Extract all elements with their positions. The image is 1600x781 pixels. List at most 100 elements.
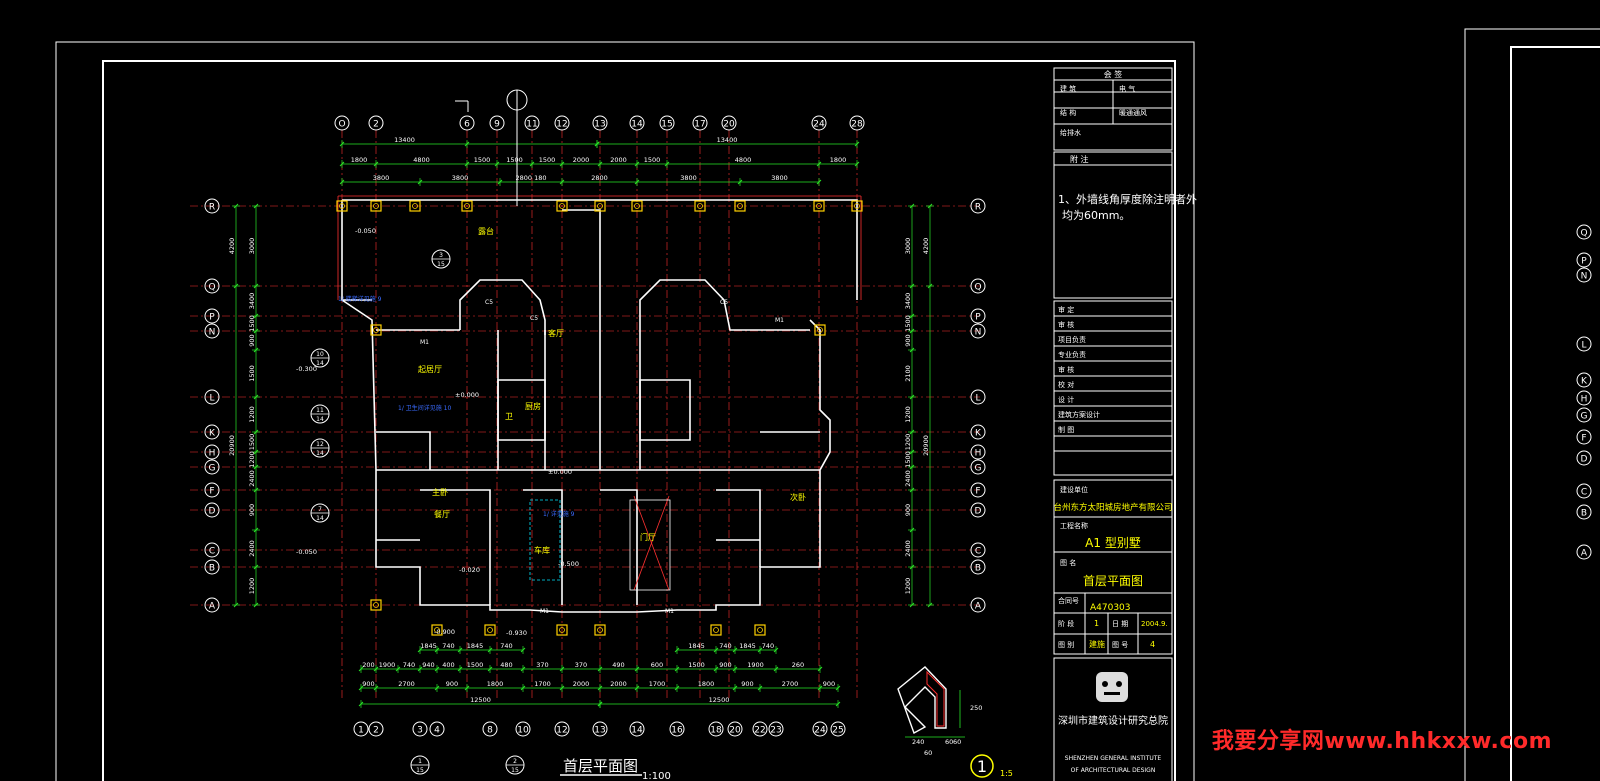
axis-bubble-bottom: 16 <box>669 721 685 737</box>
svg-text:A: A <box>209 602 216 612</box>
project-label: 工程名称 <box>1060 521 1088 530</box>
axis-bubble-bottom: 4 <box>429 721 445 737</box>
contract-no: A470303 <box>1090 603 1131 613</box>
svg-text:A: A <box>975 602 982 612</box>
axis-bubble-bottom: 18 <box>708 721 724 737</box>
cad-drawing-canvas[interactable]: 13400 134001800 4800 1500 1500 1500 2000 2000 15… <box>0 0 1600 781</box>
axis-bubble-bottom: 13 <box>592 721 608 737</box>
svg-text:7: 7 <box>318 506 322 513</box>
axis-bubble-far-right: G <box>1576 407 1592 423</box>
watermark: 我要分享网www.hhkxxw.com <box>1211 729 1552 754</box>
dim-top-row1: 2000 <box>573 156 590 164</box>
date-value: 2004.9. <box>1141 620 1168 628</box>
eave-detail-diagram <box>897 666 965 738</box>
axis-bubble-right: B <box>970 559 986 575</box>
axis-bubble-bottom: 8 <box>482 721 498 737</box>
dim-top-row1: 1500 <box>539 156 556 164</box>
dim-top-row1: 1500 <box>474 156 491 164</box>
category-label: 图 别 <box>1058 640 1074 649</box>
role-label: 校 对 <box>1058 380 1074 389</box>
notes-header: 附 注 <box>1070 154 1089 164</box>
dim-top-row1: 4800 <box>413 156 430 164</box>
dim-top-row1: 1500 <box>644 156 661 164</box>
svg-text:P: P <box>209 313 215 323</box>
dim-bottom-total: 12500 <box>709 696 730 704</box>
dim-bottom-row2: 2000 <box>610 680 627 688</box>
svg-text:B: B <box>1581 509 1587 519</box>
svg-text:C: C <box>1581 488 1587 498</box>
svg-text:28: 28 <box>851 120 863 130</box>
role-label: 审 核 <box>1058 365 1074 374</box>
role-label: 审 定 <box>1058 305 1074 314</box>
notes-text-1: 1、外墙线角厚度除注明者外 <box>1058 192 1197 206</box>
dim-bottom-row1: 200 <box>362 661 374 669</box>
room-labels: 露台客厅起居厅厨房餐厅车库 主卧 卫次卧门厅 ±0.000 -0.050 -0.900 -0… <box>296 226 806 637</box>
axis-bubble-bottom: 12 <box>554 721 570 737</box>
phase-label: 阶 段 <box>1058 619 1074 628</box>
level-label: -0.930 <box>506 629 527 637</box>
axis-bubble-bottom: 14 <box>629 721 645 737</box>
svg-text:H: H <box>1581 395 1588 405</box>
svg-text:14: 14 <box>316 450 324 457</box>
svg-text:13: 13 <box>594 120 605 130</box>
room-label: 车库 <box>534 545 550 555</box>
axis-bubble-bottom: 20 <box>727 721 743 737</box>
level-label: -0.500 <box>558 560 579 568</box>
dim-top-row2: 3800 <box>373 174 390 182</box>
sheet-no: 4 <box>1150 640 1155 649</box>
note-label: 1/ 楼梯详见施 9 <box>338 295 382 303</box>
dim-left-inner: 1200 <box>248 578 256 595</box>
svg-text:K: K <box>975 429 982 439</box>
svg-text:R: R <box>209 203 215 213</box>
client-name: 台州东方太阳城房地产有限公司 <box>1053 502 1172 513</box>
svg-text:16: 16 <box>671 726 683 736</box>
room-label: 厨房 <box>525 401 541 411</box>
dim-top-row2: 3800 <box>771 174 788 182</box>
svg-text:24: 24 <box>813 120 825 130</box>
role-label: 制 图 <box>1058 425 1074 434</box>
level-label: -0.050 <box>355 227 376 235</box>
axis-bubble-right: D <box>970 502 986 518</box>
room-label: 门厅 <box>640 532 656 542</box>
axis-bubble-far-right: P <box>1576 252 1592 268</box>
svg-text:R: R <box>975 203 981 213</box>
dim-right-inner: 3000 <box>904 238 912 255</box>
dim-left-inner: 900 <box>248 504 256 516</box>
svg-text:6: 6 <box>464 120 470 130</box>
dim-top-row1: 1500 <box>506 156 523 164</box>
dim-bottom-row1: 480 <box>500 661 512 669</box>
dim-bottom-total: 12500 <box>470 696 491 704</box>
svg-text:F: F <box>975 487 980 497</box>
axis-bubble-right: F <box>970 482 986 498</box>
svg-text:F: F <box>209 487 214 497</box>
door-tag: M1 <box>665 608 674 615</box>
axis-bubble-bottom: 23 <box>768 721 784 737</box>
svg-text:14: 14 <box>316 360 324 367</box>
dim-top-row2: 3800 <box>680 174 697 182</box>
svg-text:23: 23 <box>770 726 781 736</box>
axis-bubble-top: 14 <box>629 115 645 131</box>
dim-right-inner: 1500 <box>904 315 912 332</box>
sign-hvac: 暖通通风 <box>1119 108 1147 117</box>
axis-bubble-far-right: N <box>1576 267 1592 283</box>
svg-text:17: 17 <box>694 120 705 130</box>
dim-left-outer: 20900 <box>228 435 236 456</box>
axis-bubble-top: O <box>334 115 350 131</box>
dim-sub: 740 <box>762 642 774 650</box>
detail-callout: 1014 <box>310 348 330 368</box>
dim-top-row1: 2000 <box>610 156 627 164</box>
svg-text:Q: Q <box>1580 229 1587 239</box>
svg-text:L: L <box>1581 341 1586 351</box>
axis-bubble-top: 15 <box>659 115 675 131</box>
dim-sub: 740 <box>442 642 454 650</box>
axis-bubble-far-right: B <box>1576 504 1592 520</box>
room-label: 餐厅 <box>434 510 450 519</box>
axis-grid-lines <box>190 130 980 700</box>
room-label: 主卧 <box>432 487 448 497</box>
dim-bottom-row2: 2000 <box>573 680 590 688</box>
svg-text:2: 2 <box>373 726 379 736</box>
door-tag: M1 <box>775 317 784 324</box>
detail-callout: 1114 <box>310 404 330 424</box>
dim-left-inner: 900 <box>248 334 256 346</box>
dim-sub: 740 <box>719 642 731 650</box>
